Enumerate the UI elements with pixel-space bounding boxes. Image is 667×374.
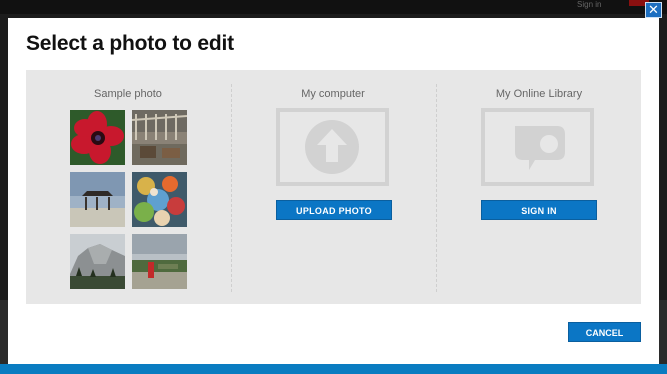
close-icon[interactable]: ✕ [645,2,662,18]
upload-arrow-icon [305,120,359,174]
background-blue-strip [0,364,667,374]
source-panel: Sample photo My computer UPLOAD PHOTO My… [26,70,641,304]
sample-photo-roadside[interactable] [132,234,187,289]
upload-photo-button[interactable]: UPLOAD PHOTO [276,200,392,220]
background-signin-link: Sign in [577,0,602,9]
sample-photo-label: Sample photo [94,88,162,100]
sample-photo-mountain[interactable] [70,234,125,289]
photo-select-dialog: Select a photo to edit Sample photo My c… [8,18,659,364]
sample-photo-flower[interactable] [70,110,125,165]
background-top-bar: Sign in [0,0,667,14]
column-divider-right [436,84,437,292]
upload-placeholder [276,108,389,186]
cancel-button[interactable]: CANCEL [568,322,641,342]
sample-photo-porch[interactable] [132,110,187,165]
sample-photo-parade[interactable] [132,172,187,227]
background-left-edge [0,300,8,364]
background-right-edge [659,300,667,364]
speech-bubble-icon [515,126,565,170]
my-computer-label: My computer [301,88,365,100]
column-divider-left [231,84,232,292]
sample-photo-gazebo[interactable] [70,172,125,227]
dialog-title: Select a photo to edit [26,32,234,55]
my-online-library-label: My Online Library [495,88,583,100]
sign-in-button[interactable]: SIGN IN [481,200,597,220]
library-placeholder [481,108,594,186]
